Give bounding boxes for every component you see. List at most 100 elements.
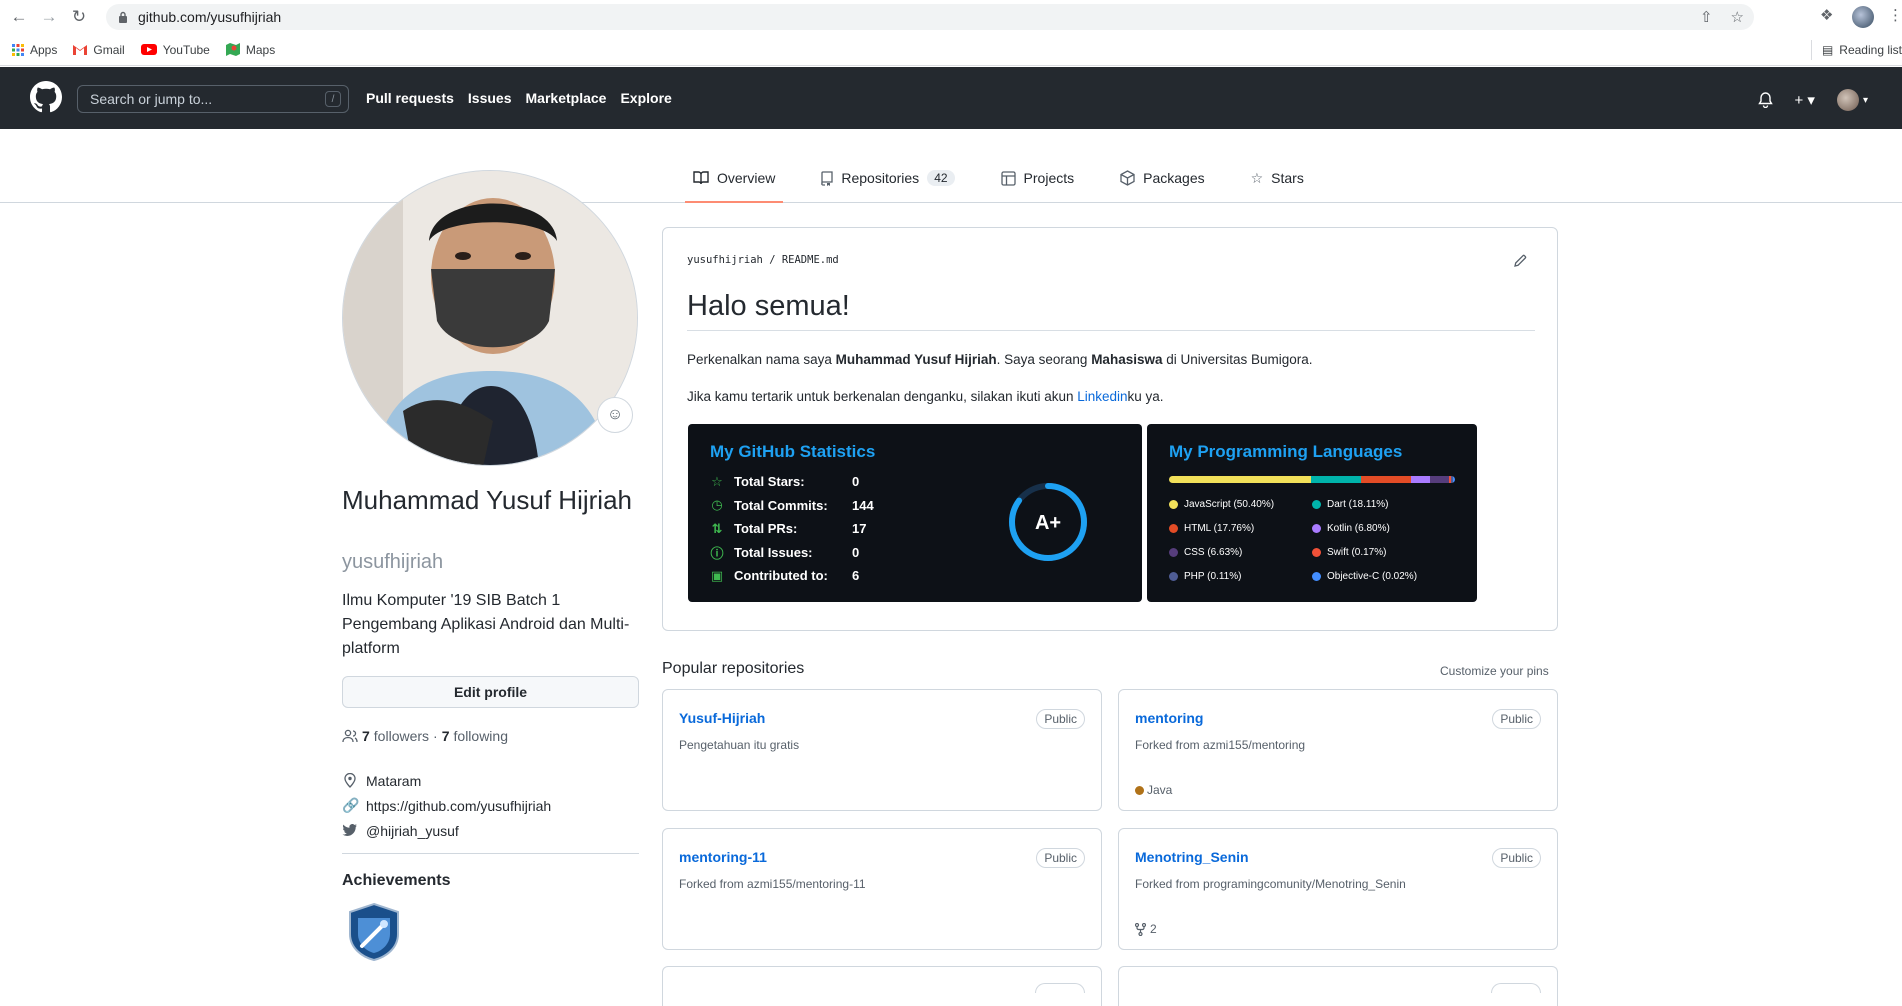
achievement-badge-icon[interactable] (346, 902, 402, 962)
repo-icon: ▣ (710, 567, 724, 583)
nav-explore[interactable]: Explore (620, 90, 671, 106)
language-legend-item: Swift (0.17%) (1312, 544, 1462, 561)
languages-card[interactable]: My Programming Languages JavaScript (50.… (1147, 424, 1477, 602)
text-run: ku ya. (1127, 389, 1164, 404)
followers-count[interactable]: 7 (362, 728, 370, 744)
language-label: HTML (17.76%) (1184, 523, 1255, 534)
website-link[interactable]: https://github.com/yusufhijriah (366, 798, 551, 814)
forward-arrow-icon[interactable]: → (38, 6, 60, 28)
issue-icon: ⓘ (710, 545, 724, 561)
profile-avatar[interactable] (342, 170, 638, 466)
readme-owner[interactable]: yusufhijriah (687, 254, 763, 266)
tab-label: Stars (1271, 170, 1304, 186)
search-input[interactable]: Search or jump to... / (77, 85, 349, 113)
fork-count[interactable]: 2 (1135, 922, 1157, 936)
followers-label[interactable]: followers (374, 728, 429, 744)
location-text: Mataram (366, 772, 422, 789)
tab-repositories[interactable]: Repositories 42 (813, 166, 962, 202)
edit-pencil-icon[interactable] (1513, 254, 1527, 268)
browser-menu-icon[interactable]: ⋮ (1888, 6, 1902, 24)
readme-paragraph-intro: Perkenalkan nama saya Muhammad Yusuf Hij… (687, 352, 1313, 367)
readme-filename[interactable]: README.md (782, 254, 839, 266)
following-label[interactable]: following (454, 728, 508, 744)
header-actions: + ▾ ▾ (1757, 89, 1868, 111)
create-new-plus-icon[interactable]: + ▾ (1795, 91, 1815, 109)
nav-issues[interactable]: Issues (468, 90, 512, 106)
nav-marketplace[interactable]: Marketplace (526, 90, 607, 106)
browser-toolbar: ← → ↻ github.com/yusufhijriah ⇧ ☆ ❖ ⋮ (0, 0, 1902, 34)
edit-profile-button[interactable]: Edit profile (342, 676, 639, 708)
repo-name-link[interactable]: Yusuf-Hijriah (679, 710, 765, 726)
tab-overview[interactable]: Overview (685, 166, 784, 203)
tab-stars[interactable]: ☆ Stars (1243, 166, 1312, 202)
readme-card: yusufhijriah / README.md Halo semua! Per… (662, 227, 1558, 631)
language-label: Dart (18.11%) (1327, 499, 1389, 510)
fork-count-value: 2 (1150, 922, 1157, 936)
language-legend-item: JavaScript (50.40%) (1169, 496, 1312, 513)
bookmark-maps[interactable]: Maps (225, 43, 275, 57)
github-stats-card[interactable]: My GitHub Statistics ☆ Total Stars: 0 ◷ … (688, 424, 1142, 602)
pinned-repo-card: mentoring Public Forked from azmi155/men… (1118, 689, 1558, 811)
language-color-dot (1312, 500, 1321, 509)
stat-row-issues: ⓘ Total Issues: 0 (710, 541, 874, 565)
package-icon (1120, 170, 1135, 186)
back-arrow-icon[interactable]: ← (8, 6, 30, 28)
language-color-dot (1169, 572, 1178, 581)
profile-name: Muhammad Yusuf Hijriah (342, 485, 632, 515)
github-logo-icon[interactable] (30, 81, 62, 113)
repo-name-link[interactable]: mentoring-11 (679, 849, 767, 865)
customize-pins-link[interactable]: Customize your pins (1440, 664, 1549, 678)
set-status-smiley-icon[interactable]: ☺ (597, 397, 633, 433)
repo-icon (821, 170, 834, 186)
repo-name-link[interactable]: mentoring (1135, 710, 1203, 726)
apps-grid-icon (12, 43, 24, 56)
website-row: 🔗 https://github.com/yusufhijriah (342, 793, 551, 818)
visibility-badge-partial (1491, 983, 1541, 993)
language-legend-item: PHP (0.11%) (1169, 568, 1312, 585)
bold-role: Mahasiswa (1091, 352, 1163, 367)
browser-profile-avatar[interactable] (1852, 6, 1874, 28)
address-bar[interactable]: github.com/yusufhijriah ⇧ ☆ (106, 4, 1754, 30)
bookmark-apps[interactable]: Apps (12, 43, 57, 57)
nav-pull-requests[interactable]: Pull requests (366, 90, 454, 106)
language-legend-item: Kotlin (6.80%) (1312, 520, 1462, 537)
share-icon[interactable]: ⇧ (1700, 8, 1713, 26)
user-menu[interactable]: ▾ (1836, 89, 1868, 111)
language-bar-segment (1411, 476, 1431, 483)
extensions-puzzle-icon[interactable]: ❖ (1820, 6, 1833, 24)
linkedin-link[interactable]: Linkedin (1077, 389, 1127, 404)
reload-icon[interactable]: ↻ (68, 6, 90, 28)
stat-value: 17 (852, 521, 867, 537)
bookmark-gmail[interactable]: Gmail (73, 42, 125, 57)
bell-icon[interactable] (1757, 92, 1773, 108)
tab-projects[interactable]: Projects (993, 166, 1083, 202)
stat-row-contributed: ▣ Contributed to: 6 (710, 564, 874, 588)
following-count[interactable]: 7 (442, 728, 450, 744)
language-color-dot (1169, 548, 1178, 557)
reading-list[interactable]: ▤ Reading list (1810, 39, 1902, 60)
language-label: Objective-C (0.02%) (1327, 571, 1418, 582)
path-separator: / (769, 254, 776, 266)
chevron-down-icon: ▾ (1862, 94, 1868, 106)
repo-language: Java (1135, 783, 1172, 797)
language-label: Kotlin (6.80%) (1327, 523, 1390, 534)
bookmark-label: Apps (30, 42, 58, 57)
language-color-dot (1312, 548, 1321, 557)
follow-stats: 7 followers · 7 following (342, 728, 508, 744)
stat-label: Total Issues: (734, 544, 813, 560)
visibility-badge: Public (1492, 709, 1541, 729)
language-legend-item: Dart (18.11%) (1312, 496, 1462, 513)
profile-username: yusufhijriah (342, 551, 444, 573)
bookmark-star-icon[interactable]: ☆ (1731, 8, 1744, 26)
tab-packages[interactable]: Packages (1112, 166, 1212, 202)
profile-bio: Ilmu Komputer '19 SIB Batch 1 Pengembang… (342, 592, 630, 657)
twitter-handle[interactable]: @hijriah_yusuf (366, 823, 459, 839)
profile-photo-illustration (343, 171, 637, 465)
star-icon: ☆ (1250, 169, 1264, 186)
bookmark-youtube[interactable]: YouTube (140, 43, 210, 57)
lock-icon (119, 11, 127, 23)
language-bar-segment (1453, 476, 1455, 483)
bookmark-label: Gmail (93, 42, 125, 57)
text-run: . Saya seorang (996, 352, 1092, 367)
repo-name-link[interactable]: Menotring_Senin (1135, 849, 1249, 865)
